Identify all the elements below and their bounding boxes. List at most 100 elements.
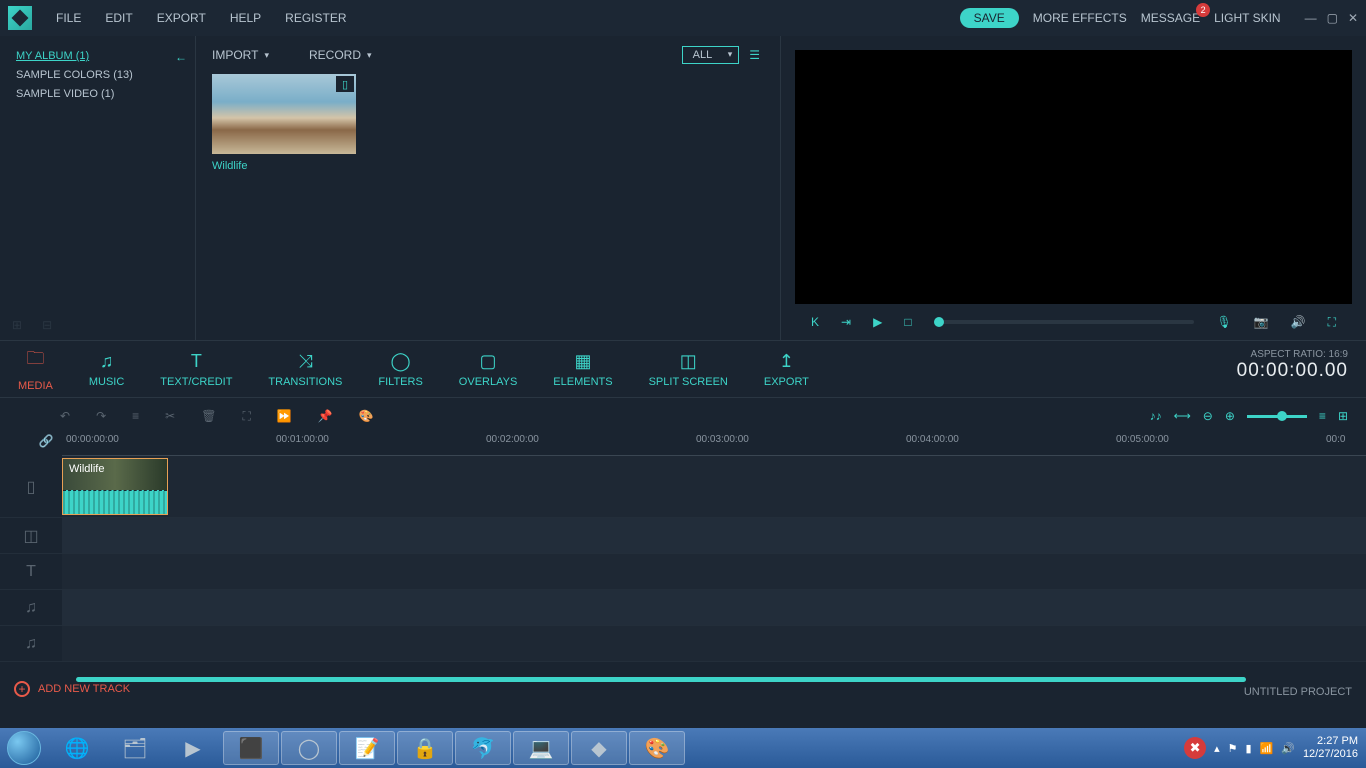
fullscreen-icon[interactable]: ⛶ bbox=[1328, 315, 1336, 330]
elements-icon: ▦ bbox=[574, 351, 591, 372]
taskbar-paint[interactable]: 🎨 bbox=[629, 731, 685, 765]
speed-icon[interactable]: ⏩ bbox=[277, 409, 292, 423]
menu-file[interactable]: FILE bbox=[44, 11, 93, 25]
cut-icon[interactable]: ✂ bbox=[165, 409, 175, 423]
tab-text[interactable]: TTEXT/CREDIT bbox=[142, 341, 250, 397]
tray-network-icon[interactable]: 📶 bbox=[1260, 742, 1274, 755]
zoom-slider[interactable] bbox=[1247, 415, 1307, 418]
tab-split-screen[interactable]: ◫SPLIT SCREEN bbox=[631, 341, 746, 397]
prev-frame-button[interactable]: K bbox=[811, 315, 819, 329]
video-type-icon: ▯ bbox=[336, 76, 354, 92]
marker-icon[interactable]: 📌 bbox=[318, 409, 333, 423]
maximize-button[interactable]: ▢ bbox=[1327, 11, 1338, 25]
pip-track-icon[interactable]: ◫ bbox=[0, 518, 62, 553]
taskbar-clock[interactable]: 2:27 PM 12/27/2016 bbox=[1303, 735, 1358, 761]
preview-scrubber[interactable] bbox=[934, 320, 1195, 324]
video-track-icon[interactable]: ▯ bbox=[0, 456, 62, 517]
audio-track-2[interactable] bbox=[62, 626, 1366, 661]
import-dropdown[interactable]: IMPORT▾ bbox=[212, 48, 269, 62]
tab-overlays[interactable]: ▢OVERLAYS bbox=[441, 341, 536, 397]
tab-filters[interactable]: ◯FILTERS bbox=[360, 341, 440, 397]
new-folder-icon[interactable]: ⊞ bbox=[12, 318, 22, 332]
tray-battery-icon[interactable]: ▮ bbox=[1245, 742, 1251, 755]
text-track-icon[interactable]: T bbox=[0, 554, 62, 589]
filter-select[interactable]: ALL ▾ bbox=[682, 46, 740, 64]
taskbar-notepad[interactable]: 📝 bbox=[339, 731, 395, 765]
menu-export[interactable]: EXPORT bbox=[145, 11, 218, 25]
add-new-track-button[interactable]: + ADD NEW TRACK bbox=[0, 674, 1366, 704]
voiceover-icon[interactable]: 🎙 bbox=[1216, 315, 1231, 329]
taskbar-app1[interactable]: 🔒 bbox=[397, 731, 453, 765]
media-thumbnail[interactable]: ▯ Wildlife bbox=[212, 74, 356, 172]
folder-icon: 🗀 bbox=[26, 346, 44, 376]
more-effects-link[interactable]: MORE EFFECTS bbox=[1033, 11, 1127, 25]
music-icon: ♫ bbox=[100, 351, 114, 372]
stop-button[interactable]: □ bbox=[904, 315, 911, 329]
video-track[interactable]: Wildlife bbox=[62, 456, 1366, 517]
taskbar-explorer[interactable]: 🗂 bbox=[107, 731, 163, 765]
start-button[interactable] bbox=[0, 728, 48, 768]
undo-icon[interactable]: ↶ bbox=[60, 409, 70, 423]
tab-music[interactable]: ♫MUSIC bbox=[71, 341, 142, 397]
settings-icon[interactable]: ≡ bbox=[132, 409, 139, 423]
tab-transitions[interactable]: ⤨TRANSITIONS bbox=[250, 341, 360, 397]
aspect-ratio-label: ASPECT RATIO: 16:9 bbox=[1237, 349, 1348, 360]
sidebar-item-sample-colors[interactable]: SAMPLE COLORS (13) bbox=[16, 69, 179, 81]
delete-folder-icon[interactable]: ⊟ bbox=[42, 318, 52, 332]
taskbar-filmora[interactable]: ◆ bbox=[571, 731, 627, 765]
taskbar-media-player[interactable]: ▶ bbox=[165, 731, 221, 765]
app-logo bbox=[8, 6, 32, 30]
audio-track-2-icon[interactable]: ♫ bbox=[0, 626, 62, 661]
menu-register[interactable]: REGISTER bbox=[273, 11, 358, 25]
zoom-in-icon[interactable]: ⊕ bbox=[1225, 409, 1235, 423]
taskbar-terminal[interactable]: ⬛ bbox=[223, 731, 279, 765]
message-link[interactable]: MESSAGE 2 bbox=[1141, 11, 1200, 25]
audio-track-1-icon[interactable]: ♫ bbox=[0, 590, 62, 625]
light-skin-toggle[interactable]: LIGHT SKIN bbox=[1214, 11, 1280, 25]
tray-flag-icon[interactable]: ⚑ bbox=[1228, 742, 1238, 755]
menu-edit[interactable]: EDIT bbox=[93, 11, 144, 25]
export-icon: ↥ bbox=[779, 351, 794, 372]
tray-arrow-icon[interactable]: ▴ bbox=[1214, 742, 1220, 755]
record-dropdown[interactable]: RECORD▾ bbox=[309, 48, 372, 62]
timeline-ruler[interactable]: 00:00:00:00 00:01:00:00 00:02:00:00 00:0… bbox=[62, 434, 1366, 456]
taskbar-app2[interactable]: 🐬 bbox=[455, 731, 511, 765]
crop-icon[interactable]: ⛶ bbox=[242, 409, 250, 424]
taskbar-chrome[interactable]: ◯ bbox=[281, 731, 337, 765]
taskbar-ie[interactable]: 🌐 bbox=[49, 731, 105, 765]
sidebar-item-sample-video[interactable]: SAMPLE VIDEO (1) bbox=[16, 88, 179, 100]
volume-icon[interactable]: 🔊 bbox=[1291, 315, 1306, 329]
save-button[interactable]: SAVE bbox=[960, 8, 1019, 28]
clip-audio-waveform bbox=[63, 490, 167, 514]
tab-export[interactable]: ↥EXPORT bbox=[746, 341, 827, 397]
project-name-label: UNTITLED PROJECT bbox=[1244, 686, 1352, 698]
tab-media[interactable]: 🗀MEDIA bbox=[0, 341, 71, 397]
pip-track[interactable] bbox=[62, 518, 1366, 553]
text-track[interactable] bbox=[62, 554, 1366, 589]
delete-icon[interactable]: 🗑 bbox=[201, 409, 216, 423]
tab-elements[interactable]: ▦ELEMENTS bbox=[535, 341, 630, 397]
grid-mode-icon[interactable]: ⊞ bbox=[1338, 409, 1348, 423]
audio-mixer-icon[interactable]: ♪♪ bbox=[1150, 409, 1162, 423]
next-frame-button[interactable]: ⇥ bbox=[841, 315, 851, 329]
text-icon: T bbox=[191, 351, 202, 372]
fit-icon[interactable]: ⟷ bbox=[1174, 409, 1191, 423]
minimize-button[interactable]: — bbox=[1305, 11, 1317, 25]
sidebar-item-my-album[interactable]: MY ALBUM (1) bbox=[16, 50, 179, 62]
tray-volume-icon[interactable]: 🔊 bbox=[1281, 742, 1295, 755]
taskbar-app3[interactable]: 💻 bbox=[513, 731, 569, 765]
play-button[interactable]: ▶ bbox=[873, 315, 882, 329]
menu-help[interactable]: HELP bbox=[218, 11, 273, 25]
tray-status-icon[interactable]: ✖ bbox=[1184, 737, 1206, 759]
filter-icon: ◯ bbox=[391, 351, 411, 372]
redo-icon[interactable]: ↷ bbox=[96, 409, 106, 423]
close-button[interactable]: ✕ bbox=[1348, 11, 1358, 25]
timeline-clip[interactable]: Wildlife bbox=[62, 458, 168, 515]
snapshot-icon[interactable]: 📷 bbox=[1254, 315, 1269, 329]
color-icon[interactable]: 🎨 bbox=[359, 409, 374, 423]
list-mode-icon[interactable]: ≡ bbox=[1319, 409, 1326, 423]
audio-track-1[interactable] bbox=[62, 590, 1366, 625]
list-view-icon[interactable]: ☰ bbox=[749, 48, 760, 62]
zoom-out-icon[interactable]: ⊖ bbox=[1203, 409, 1213, 423]
collapse-sidebar-icon[interactable]: ← bbox=[175, 50, 187, 64]
